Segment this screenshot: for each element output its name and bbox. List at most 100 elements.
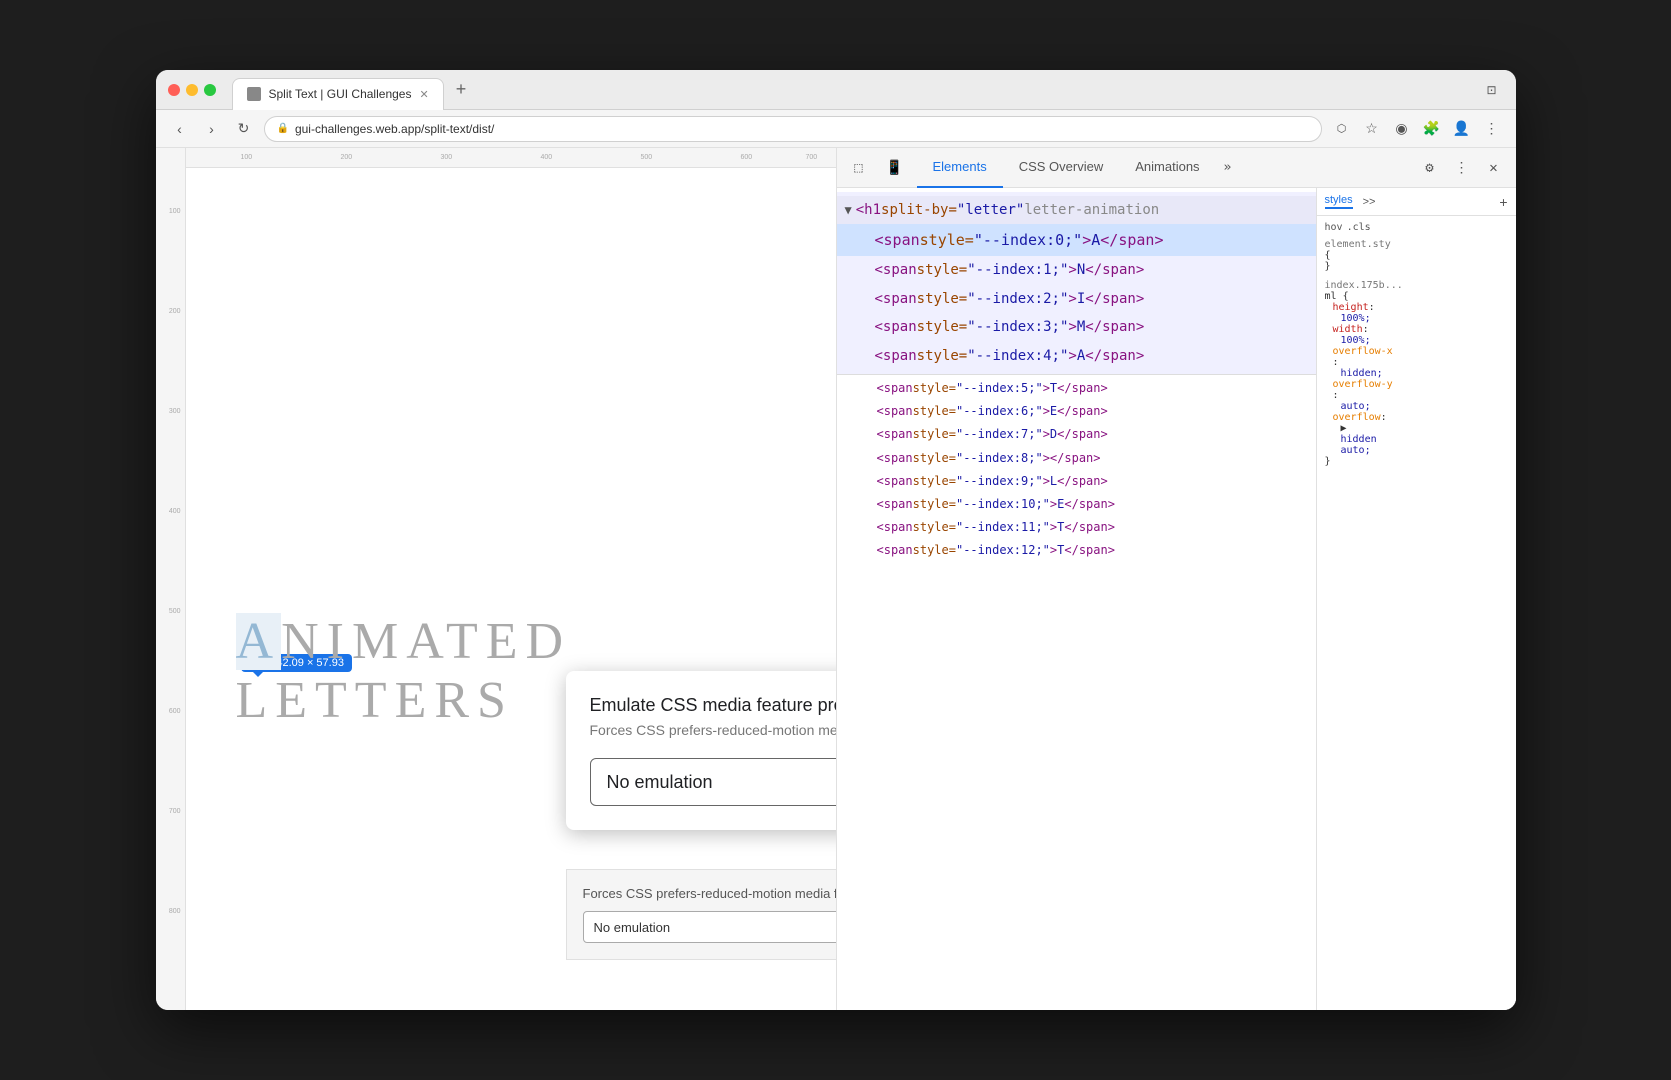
computed-tab[interactable]: >>	[1363, 196, 1376, 208]
s11-val: "--index:11;"	[956, 518, 1050, 537]
letter-D: D	[526, 613, 572, 670]
chrome-icon[interactable]: ◉	[1390, 117, 1414, 141]
span-style-attr-4: style=	[917, 345, 968, 367]
tab-elements[interactable]: Elements	[917, 148, 1003, 188]
ml-brace-close: }	[1325, 456, 1508, 467]
css-overflow-val: hidden	[1325, 434, 1508, 445]
emulation-select-main[interactable]: No emulation prefers-reduced-motion: red…	[590, 758, 836, 806]
expanded-html-block: ▼ <h1 split-by="letter" letter-animation…	[837, 192, 1316, 375]
span-close-1: </span>	[1085, 259, 1144, 281]
span-0-line[interactable]: <span style="--index:0;" > A </span>	[837, 224, 1316, 256]
span-9-line[interactable]: <span style="--index:9;" >L</span>	[837, 470, 1316, 493]
span-6-line[interactable]: <span style="--index:6;" >E</span>	[837, 400, 1316, 423]
span-style-attr-1: style=	[917, 259, 968, 281]
span-5-line[interactable]: <span style="--index:5;" >T</span>	[837, 377, 1316, 400]
browser-tab[interactable]: Split Text | GUI Challenges ✕	[232, 78, 444, 110]
reload-button[interactable]: ↻	[232, 117, 256, 141]
s5-t: T	[1050, 379, 1057, 398]
letter-T2: T	[315, 672, 355, 729]
span-close-open: >	[1082, 228, 1091, 252]
css-width: width:	[1325, 324, 1508, 335]
s11-attr: style=	[913, 518, 956, 537]
s10-open: <span	[877, 495, 913, 514]
back-button[interactable]: ‹	[168, 117, 192, 141]
span-open-3: <span	[875, 316, 917, 338]
device-toggle-icon[interactable]: 📱	[881, 154, 909, 182]
elements-panel[interactable]: ▼ <h1 split-by="letter" letter-animation…	[837, 188, 1316, 1010]
span-tag-2: >	[1068, 288, 1076, 310]
span-tag-3: >	[1068, 316, 1076, 338]
letter-R: R	[434, 672, 477, 729]
span-2-line[interactable]: <span style="--index:2;" > I </span>	[837, 285, 1316, 313]
add-style-button[interactable]: +	[1499, 194, 1507, 210]
bookmark-icon[interactable]: ☆	[1360, 117, 1384, 141]
s7-c: </span>	[1057, 425, 1108, 444]
letter-T3: T	[355, 672, 395, 729]
settings-icon[interactable]: ⚙	[1416, 154, 1444, 182]
s9-open: <span	[877, 472, 913, 491]
span-12-line[interactable]: <span style="--index:12;" >T</span>	[837, 539, 1316, 562]
screen-cast-icon[interactable]: ⬡	[1330, 117, 1354, 141]
more-actions-icon[interactable]: ⋮	[1448, 154, 1476, 182]
span-1-line[interactable]: <span style="--index:1;" > N </span>	[837, 256, 1316, 284]
span-4-line[interactable]: <span style="--index:4;" > A </span>	[837, 342, 1316, 370]
h1-attr-split-by-val: "letter"	[957, 199, 1024, 221]
s11-c: </span>	[1064, 518, 1115, 537]
page-content: span 42.09 × 57.93 ANIMATED LETTERS Forc…	[186, 168, 836, 1010]
h1-tag-line[interactable]: ▼ <h1 split-by="letter" letter-animation	[837, 196, 1316, 224]
span-close-3: </span>	[1085, 316, 1144, 338]
tab-close-button[interactable]: ✕	[419, 88, 428, 101]
element-style-rule: element.sty { }	[1325, 239, 1508, 272]
s5-gt: >	[1043, 379, 1050, 398]
s5-attr: style=	[913, 379, 956, 398]
s6-open: <span	[877, 402, 913, 421]
css-overflow-val2: auto;	[1325, 445, 1508, 456]
maximize-traffic-light[interactable]	[204, 84, 216, 96]
devtools-panel: ⬚ 📱 Elements CSS Overview Animations » ⚙…	[836, 148, 1516, 1010]
content-column: 100 200 300 400 500 600 700 span 42.09 ×…	[186, 148, 836, 1010]
browser-window: Split Text | GUI Challenges ✕ + ⊡ ‹ › ↻ …	[156, 70, 1516, 1010]
ruler-tick: 400	[541, 154, 553, 161]
menu-icon[interactable]: ⋮	[1480, 117, 1504, 141]
styles-toolbar: styles >> +	[1317, 188, 1516, 216]
span-style-val-1: "--index:1;"	[967, 259, 1068, 281]
ruler-tick: 200	[169, 308, 181, 315]
css-overflow-x-val: hidden;	[1325, 368, 1508, 379]
s7-attr: style=	[913, 425, 956, 444]
hov-filter[interactable]: hov	[1325, 222, 1343, 233]
inspect-element-icon[interactable]: ⬚	[845, 154, 873, 182]
emulation-popup-main: ✕ Emulate CSS media feature prefers-redu…	[566, 671, 836, 830]
profile-icon[interactable]: 👤	[1450, 117, 1474, 141]
index-rule: index.175b... ml { height: 100%; width:	[1325, 280, 1508, 467]
minimize-traffic-light[interactable]	[186, 84, 198, 96]
close-devtools-button[interactable]: ✕	[1480, 154, 1508, 182]
span-11-line[interactable]: <span style="--index:11;" >T</span>	[837, 516, 1316, 539]
styles-tab[interactable]: styles	[1325, 194, 1353, 209]
forward-button[interactable]: ›	[200, 117, 224, 141]
styles-filter-row: hov .cls	[1325, 222, 1508, 233]
new-tab-button[interactable]: +	[448, 75, 475, 104]
s11-t: T	[1057, 518, 1064, 537]
cls-filter[interactable]: .cls	[1347, 222, 1371, 233]
tab-animations[interactable]: Animations	[1119, 148, 1215, 188]
address-bar[interactable]: 🔒 gui-challenges.web.app/split-text/dist…	[264, 116, 1322, 142]
close-traffic-light[interactable]	[168, 84, 180, 96]
extensions-icon[interactable]: 🧩	[1420, 117, 1444, 141]
s6-t: E	[1050, 402, 1057, 421]
span-8-line[interactable]: <span style="--index:8;" > </span>	[837, 447, 1316, 470]
span-10-line[interactable]: <span style="--index:10;" >E</span>	[837, 493, 1316, 516]
nav-bar: ‹ › ↻ 🔒 gui-challenges.web.app/split-tex…	[156, 110, 1516, 148]
s12-gt: >	[1050, 541, 1057, 560]
span-text-4: A	[1077, 345, 1085, 367]
emulation-select-2[interactable]: No emulation	[583, 911, 836, 943]
page-body: span 42.09 × 57.93 ANIMATED LETTERS Forc…	[186, 168, 836, 1010]
more-tabs-button[interactable]: »	[1216, 160, 1240, 175]
ruler-tick: 600	[169, 708, 181, 715]
cast-icon[interactable]: ⊡	[1480, 78, 1504, 102]
element-brace-open: {	[1325, 250, 1508, 261]
span-3-line[interactable]: <span style="--index:3;" > M </span>	[837, 313, 1316, 341]
span-7-line[interactable]: <span style="--index:7;" >D</span>	[837, 423, 1316, 446]
span-close-0: </span>	[1100, 228, 1163, 252]
tab-css-overview[interactable]: CSS Overview	[1003, 148, 1120, 188]
s10-attr: style=	[913, 495, 956, 514]
